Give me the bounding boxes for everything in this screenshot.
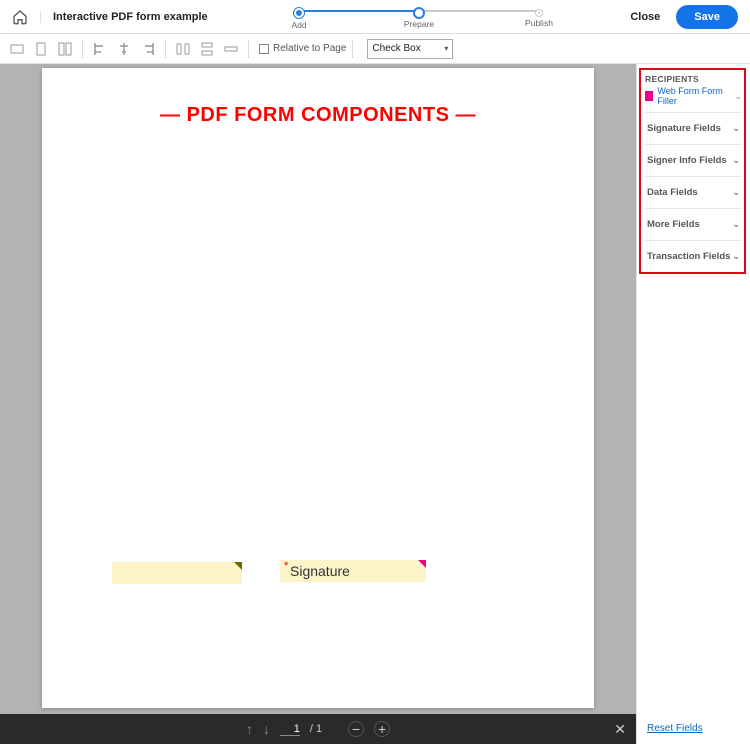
align-tool-icon[interactable] <box>30 38 52 60</box>
page-up-icon[interactable]: ↑ <box>246 721 253 737</box>
align-right-icon[interactable] <box>137 38 159 60</box>
page-number-input[interactable] <box>280 723 300 736</box>
field-type-select[interactable]: Check Box ▾ <box>367 39 453 59</box>
step-label: Publish <box>525 18 553 28</box>
toolbar: Relative to Page Check Box ▾ <box>0 34 750 64</box>
align-center-icon[interactable] <box>113 38 135 60</box>
field-category[interactable]: Transaction Fields⌄ <box>645 240 742 272</box>
chevron-down-icon: ⌄ <box>734 91 742 102</box>
form-field-text[interactable] <box>112 562 242 584</box>
distribute-icon[interactable] <box>172 38 194 60</box>
app-header: Interactive PDF form example Add Prepare… <box>0 0 750 34</box>
chevron-down-icon: ⌄ <box>732 155 740 166</box>
chevron-down-icon: ⌄ <box>732 187 740 198</box>
field-category[interactable]: Signer Info Fields⌄ <box>645 144 742 176</box>
align-tool-icon[interactable] <box>54 38 76 60</box>
fields-panel-callout: RECIPIENTS Web Form Form Filler ⌄ Signat… <box>639 68 746 274</box>
distribute-icon[interactable] <box>220 38 242 60</box>
page-down-icon[interactable]: ↓ <box>263 721 270 737</box>
close-button[interactable]: Close <box>630 11 660 23</box>
recipient-selector[interactable]: Web Form Form Filler ⌄ <box>645 86 742 106</box>
save-button[interactable]: Save <box>676 5 738 29</box>
canvas-area: — PDF FORM COMPONENTS — Signature ↑ ↓ / … <box>0 64 636 744</box>
chevron-down-icon: ⌄ <box>732 123 740 134</box>
home-icon[interactable] <box>12 9 28 25</box>
step-label: Prepare <box>404 19 434 29</box>
page-navigation-bar: ↑ ↓ / 1 − + ✕ <box>0 714 636 744</box>
step-publish[interactable]: Publish <box>479 6 599 28</box>
reset-fields-link[interactable]: Reset Fields <box>647 723 750 734</box>
field-category[interactable]: More Fields⌄ <box>645 208 742 240</box>
zoom-out-icon[interactable]: − <box>348 721 364 737</box>
form-field-signature[interactable]: Signature <box>280 560 426 582</box>
page-total: / 1 <box>310 723 322 735</box>
recipient-color-swatch <box>645 91 653 101</box>
document-title: Interactive PDF form example <box>40 11 208 23</box>
chevron-down-icon: ⌄ <box>732 251 740 262</box>
relative-to-page-label: Relative to Page <box>273 43 346 54</box>
pdf-page[interactable]: — PDF FORM COMPONENTS — Signature <box>42 68 594 708</box>
zoom-in-icon[interactable]: + <box>374 721 390 737</box>
align-left-icon[interactable] <box>89 38 111 60</box>
recipients-heading: RECIPIENTS <box>645 74 742 84</box>
field-type-value: Check Box <box>372 43 420 54</box>
side-panel: RECIPIENTS Web Form Form Filler ⌄ Signat… <box>636 64 750 744</box>
chevron-down-icon: ⌄ <box>732 219 740 230</box>
close-pagebar-icon[interactable]: ✕ <box>614 721 626 738</box>
recipient-name: Web Form Form Filler <box>657 86 730 106</box>
checkbox-icon <box>259 44 269 54</box>
signature-field-label: Signature <box>290 563 350 579</box>
step-add[interactable]: Add <box>239 4 359 30</box>
field-category[interactable]: Data Fields⌄ <box>645 176 742 208</box>
progress-stepper: Add Prepare Publish <box>218 0 621 33</box>
chevron-down-icon: ▾ <box>444 44 448 53</box>
field-category[interactable]: Signature Fields⌄ <box>645 112 742 144</box>
step-label: Add <box>291 20 306 30</box>
relative-to-page-checkbox[interactable]: Relative to Page <box>259 43 346 54</box>
page-heading: — PDF FORM COMPONENTS — <box>42 104 594 127</box>
step-prepare[interactable]: Prepare <box>359 5 479 29</box>
align-tool-icon[interactable] <box>6 38 28 60</box>
main-area: — PDF FORM COMPONENTS — Signature ↑ ↓ / … <box>0 64 750 744</box>
distribute-icon[interactable] <box>196 38 218 60</box>
